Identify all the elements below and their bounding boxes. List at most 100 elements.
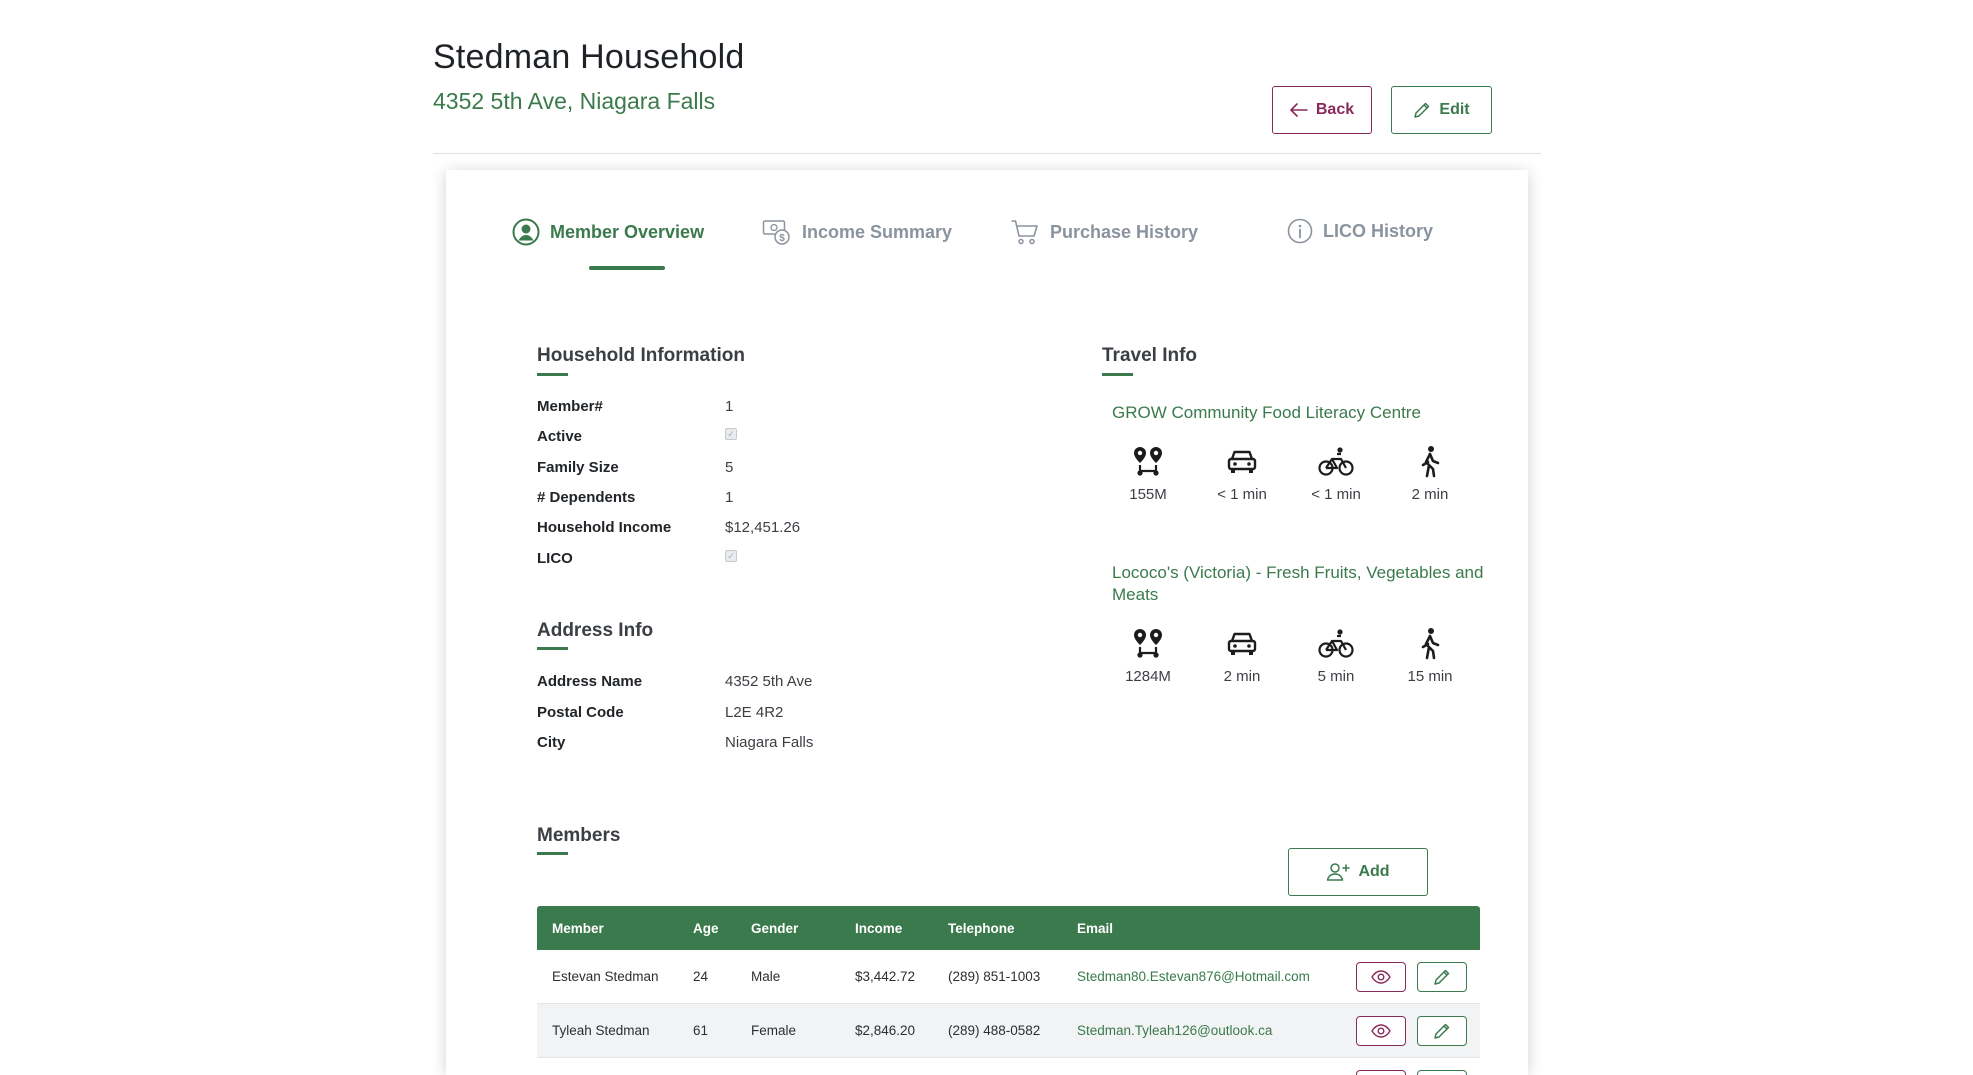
edit-member-button[interactable] bbox=[1417, 962, 1467, 992]
edit-household-button[interactable]: Edit bbox=[1391, 86, 1492, 134]
email-link[interactable]: Stedman.Tyleah126@outlook.ca bbox=[1077, 1023, 1272, 1038]
pencil-icon bbox=[1434, 1023, 1450, 1039]
route-pin-icon bbox=[1134, 447, 1162, 476]
back-button[interactable]: Back bbox=[1272, 86, 1372, 134]
view-member-button[interactable] bbox=[1356, 1070, 1406, 1075]
add-member-button[interactable]: Add bbox=[1288, 848, 1428, 896]
section-underline bbox=[537, 852, 568, 855]
gender-cell: Male bbox=[751, 969, 781, 984]
distance-value: 155M bbox=[1129, 486, 1167, 503]
view-member-button[interactable] bbox=[1356, 1016, 1406, 1046]
walk-icon bbox=[1421, 446, 1440, 478]
page-title: Stedman Household bbox=[433, 38, 745, 76]
email-link[interactable]: Stedman80.Estevan876@Hotmail.com bbox=[1077, 969, 1310, 984]
section-underline bbox=[1102, 373, 1133, 376]
tab-lico-history[interactable]: LICO History bbox=[1287, 218, 1433, 244]
gender-cell: Female bbox=[751, 1023, 797, 1038]
distance-item: 155M bbox=[1103, 445, 1193, 503]
section-underline bbox=[537, 647, 568, 650]
destination-name: GROW Community Food Literacy Centre bbox=[1112, 403, 1421, 422]
telephone-cell: (289) 851-1003 bbox=[948, 969, 1041, 984]
members-title: Members bbox=[537, 825, 621, 846]
drive-item: < 1 min bbox=[1197, 445, 1287, 503]
table-row: Estevan Stedman 24 Male $3,442.72 (289) … bbox=[537, 950, 1480, 1004]
route-pin-icon bbox=[1134, 629, 1162, 658]
dependents-value: 1 bbox=[725, 489, 734, 506]
drive-item: 2 min bbox=[1197, 627, 1287, 685]
address-name-value: 4352 5th Ave bbox=[725, 673, 813, 690]
household-address: 4352 5th Ave, Niagara Falls bbox=[433, 88, 716, 114]
telephone-cell: (289) 488-0582 bbox=[948, 1023, 1041, 1038]
income-cell: $3,442.72 bbox=[855, 969, 916, 984]
tab-income-summary[interactable]: $ Income Summary bbox=[762, 218, 952, 246]
cart-icon bbox=[1011, 220, 1038, 245]
edit-member-button[interactable] bbox=[1417, 1070, 1467, 1075]
bike-time-value: < 1 min bbox=[1311, 486, 1361, 503]
column-header-member[interactable]: Member bbox=[552, 921, 604, 936]
info-icon bbox=[1287, 218, 1313, 244]
family-size-label: Family Size bbox=[537, 459, 619, 476]
page-header: Stedman Household 4352 5th Ave, Niagara … bbox=[433, 38, 1541, 154]
table-header: Member Age Gender Income Telephone Email bbox=[537, 906, 1480, 950]
postal-code-value: L2E 4R2 bbox=[725, 704, 784, 721]
eye-icon bbox=[1371, 1024, 1391, 1038]
add-button-label: Add bbox=[1358, 863, 1390, 880]
active-checkbox: ✓ bbox=[725, 428, 737, 440]
column-header-income[interactable]: Income bbox=[855, 921, 902, 936]
dependents-label: # Dependents bbox=[537, 489, 636, 506]
back-button-label: Back bbox=[1315, 101, 1355, 118]
household-info-title: Household Information bbox=[537, 345, 745, 366]
bike-item: < 1 min bbox=[1291, 445, 1381, 503]
eye-icon bbox=[1371, 970, 1391, 984]
household-card: Member Overview $ Income Summary Purchas… bbox=[446, 170, 1528, 1075]
distance-value: 1284M bbox=[1125, 668, 1171, 685]
edit-member-button[interactable] bbox=[1417, 1016, 1467, 1046]
column-header-telephone[interactable]: Telephone bbox=[948, 921, 1015, 936]
active-tab-indicator bbox=[589, 266, 665, 270]
travel-info-title: Travel Info bbox=[1102, 345, 1198, 366]
money-icon: $ bbox=[762, 220, 790, 245]
walk-item: 15 min bbox=[1385, 627, 1475, 685]
postal-code-label: Postal Code bbox=[537, 704, 624, 721]
address-info-title: Address Info bbox=[537, 620, 654, 641]
arrow-left-icon bbox=[1290, 103, 1308, 117]
add-user-icon bbox=[1327, 863, 1351, 881]
city-label: City bbox=[537, 734, 566, 751]
edit-button-label: Edit bbox=[1439, 101, 1470, 118]
walk-icon bbox=[1421, 628, 1440, 660]
column-header-email[interactable]: Email bbox=[1077, 921, 1113, 936]
walk-time-value: 2 min bbox=[1411, 486, 1449, 503]
walk-item: 2 min bbox=[1385, 445, 1475, 503]
household-income-value: $12,451.26 bbox=[725, 519, 801, 536]
bike-item: 5 min bbox=[1291, 627, 1381, 685]
tab-label: LICO History bbox=[1323, 220, 1434, 241]
table-row: Tyleah Stedman 61 Female $2,846.20 (289)… bbox=[537, 1004, 1480, 1058]
view-member-button[interactable] bbox=[1356, 962, 1406, 992]
income-cell: $2,846.20 bbox=[855, 1023, 916, 1038]
column-header-gender[interactable]: Gender bbox=[751, 921, 798, 936]
tab-label: Purchase History bbox=[1050, 221, 1199, 242]
member-number-label: Member# bbox=[537, 398, 603, 415]
pencil-icon bbox=[1414, 102, 1430, 118]
user-circle-icon bbox=[512, 218, 540, 246]
household-income-label: Household Income bbox=[537, 519, 672, 536]
family-size-value: 5 bbox=[725, 459, 734, 476]
member-name-cell: Estevan Stedman bbox=[552, 969, 659, 984]
member-name-cell: Tyleah Stedman bbox=[552, 1023, 650, 1038]
walk-time-value: 15 min bbox=[1407, 668, 1453, 685]
tab-label: Income Summary bbox=[802, 221, 953, 242]
tab-label: Member Overview bbox=[550, 221, 705, 242]
table-row-partial bbox=[537, 1058, 1480, 1075]
members-table: Member Age Gender Income Telephone Email… bbox=[537, 906, 1480, 1075]
lico-label: LICO bbox=[537, 550, 573, 567]
column-header-age[interactable]: Age bbox=[693, 921, 719, 936]
pencil-icon bbox=[1434, 969, 1450, 985]
tab-purchase-history[interactable]: Purchase History bbox=[1010, 218, 1198, 246]
bike-icon bbox=[1318, 447, 1354, 476]
section-underline bbox=[537, 373, 568, 376]
age-cell: 24 bbox=[693, 969, 709, 984]
bike-icon bbox=[1318, 629, 1354, 658]
tab-member-overview[interactable]: Member Overview bbox=[512, 218, 704, 246]
drive-time-value: 2 min bbox=[1223, 668, 1261, 685]
lico-checkbox: ✓ bbox=[725, 550, 737, 562]
